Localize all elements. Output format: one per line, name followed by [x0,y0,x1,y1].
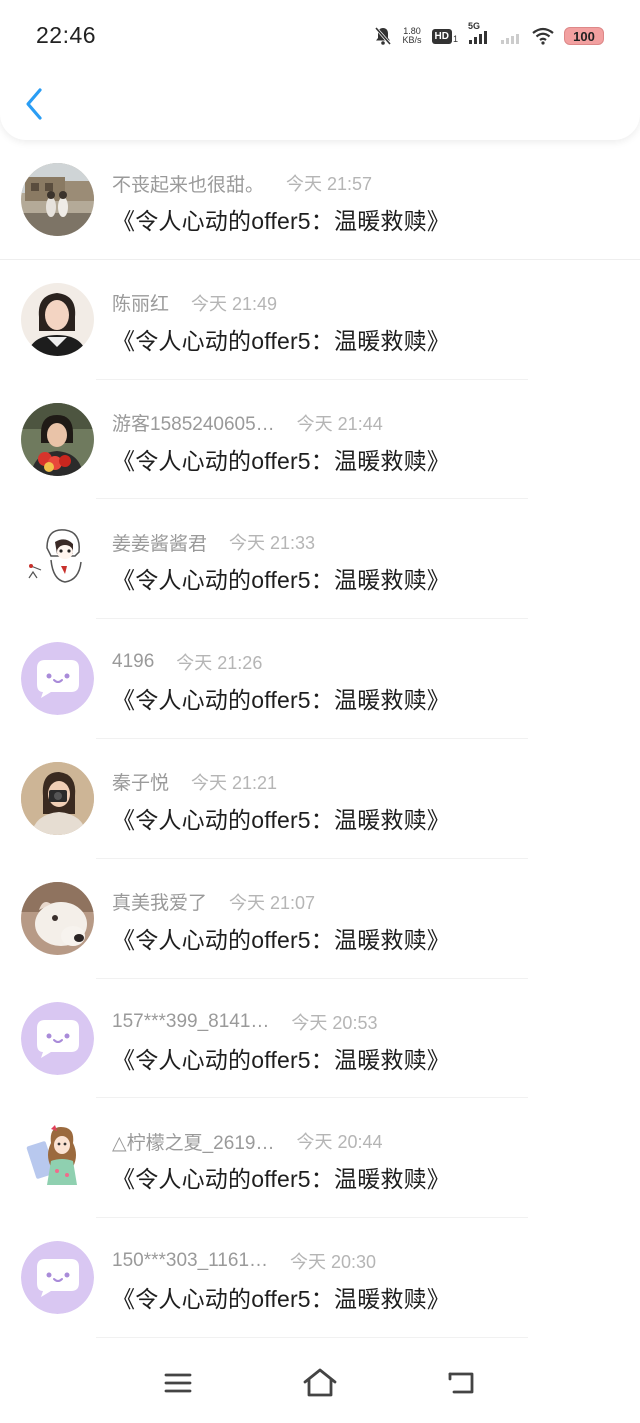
avatar[interactable] [21,163,94,236]
list-item[interactable]: 真美我爱了 今天 21:07 《令人心动的offer5：温暖救赎》 [0,859,640,979]
timestamp: 今天 20:30 [290,1252,377,1273]
speed-unit: KB/s [402,35,422,45]
wifi-icon [532,27,554,45]
status-icons: 1.80 KB/s HD 1 5G 100 [373,21,604,48]
avatar[interactable] [21,642,94,716]
home-icon [303,1368,337,1397]
menu-button[interactable] [158,1365,198,1401]
user-name: △柠檬之夏_2619… [112,1132,275,1154]
item-meta: 陈丽红 今天 21:49 [112,291,278,316]
hd-icon: HD 1 [431,28,458,44]
return-button[interactable] [442,1365,482,1401]
user-name: 4196 [112,651,155,673]
item-title: 《令人心动的offer5：温暖救赎》 [112,926,450,953]
timestamp: 今天 20:53 [291,1012,378,1033]
timestamp: 今天 21:07 [229,892,316,913]
avatar[interactable] [21,1241,94,1315]
system-nav-bar [0,1345,640,1423]
top-header: 22:46 1.80 KB/s HD 1 5G 100 [0,0,640,140]
timestamp: 今天 21:33 [229,533,316,554]
user-name: 不丧起来也很甜。 [112,174,265,196]
timestamp: 今天 21:44 [296,413,383,434]
item-meta: 不丧起来也很甜。 今天 21:57 [112,171,373,196]
user-name: 157***399_8141… [112,1010,270,1032]
item-title: 《令人心动的offer5：温暖救赎》 [112,1046,450,1073]
timestamp: 今天 21:49 [191,293,278,314]
list-item[interactable]: △柠檬之夏_2619… 今天 20:44 《令人心动的offer5：温暖救赎》 [0,1098,640,1219]
user-name: 真美我爱了 [112,893,208,915]
menu-icon [164,1373,192,1393]
back-icon [448,1372,474,1394]
item-meta: 姜姜酱酱君 今天 21:33 [112,530,316,555]
divider [96,1336,528,1338]
user-name: 150***303_1161… [112,1250,269,1272]
timestamp: 今天 20:44 [296,1132,383,1153]
network-speed: 1.80 KB/s [403,27,422,45]
status-time: 22:46 [36,22,97,48]
avatar[interactable] [21,522,94,596]
timestamp: 今天 21:57 [286,174,373,194]
hd-sub: 1 [452,33,458,44]
avatar[interactable] [21,761,94,835]
list-item[interactable]: 4196 今天 21:26 《令人心动的offer5：温暖救赎》 [0,619,640,739]
item-title: 《令人心动的offer5：温暖救赎》 [112,327,450,354]
cellular-empty-icon [500,27,522,45]
timestamp: 今天 21:21 [191,772,278,793]
avatar[interactable] [21,881,94,955]
user-name: 姜姜酱酱君 [112,533,208,555]
item-title: 《令人心动的offer5：温暖救赎》 [112,1286,450,1313]
item-title: 《令人心动的offer5：温暖救赎》 [112,567,450,594]
user-name: 陈丽红 [112,294,170,316]
list-item[interactable]: 秦子悦 今天 21:21 《令人心动的offer5：温暖救赎》 [0,739,640,859]
avatar[interactable] [21,402,94,476]
user-name: 秦子悦 [112,773,170,795]
item-meta: △柠檬之夏_2619… 今天 20:44 [112,1129,383,1154]
mute-bell-icon [373,26,393,46]
home-button[interactable] [300,1365,340,1401]
avatar[interactable] [21,282,94,356]
item-title: 《令人心动的offer5：温暖救赎》 [112,1166,450,1193]
item-title: 《令人心动的offer5：温暖救赎》 [112,447,450,474]
list-item[interactable]: 150***303_1161… 今天 20:30 《令人心动的offer5：温暖… [0,1218,640,1338]
timestamp: 今天 21:26 [176,653,263,674]
back-button[interactable] [20,86,50,122]
list-item[interactable]: 游客1585240605… 今天 21:44 《令人心动的offer5：温暖救赎… [0,380,640,500]
item-meta: 秦子悦 今天 21:21 [112,770,278,795]
item-title: 《令人心动的offer5：温暖救赎》 [112,806,450,833]
item-meta: 157***399_8141… 今天 20:53 [112,1010,377,1034]
list-item[interactable]: 不丧起来也很甜。 今天 21:57 《令人心动的offer5：温暖救赎》 [0,140,640,260]
item-meta: 真美我爱了 今天 21:07 [112,890,316,915]
cellular-5g-icon: 5G [468,21,490,45]
avatar[interactable] [21,1121,94,1195]
list-item[interactable]: 陈丽红 今天 21:49 《令人心动的offer5：温暖救赎》 [0,260,640,380]
item-meta: 4196 今天 21:26 [112,650,262,674]
battery-indicator: 100 [564,27,604,45]
user-name: 游客1585240605… [112,414,275,436]
hd-label: HD [431,28,452,44]
status-bar: 22:46 1.80 KB/s HD 1 5G 100 [0,0,640,70]
item-meta: 150***303_1161… 今天 20:30 [112,1249,376,1273]
item-title: 《令人心动的offer5：温暖救赎》 [112,687,450,714]
list-item[interactable]: 姜姜酱酱君 今天 21:33 《令人心动的offer5：温暖救赎》 [0,499,640,620]
item-meta: 游客1585240605… 今天 21:44 [112,411,383,436]
network-type: 5G [468,21,481,31]
avatar[interactable] [21,1001,94,1075]
list-item[interactable]: 157***399_8141… 今天 20:53 《令人心动的offer5：温暖… [0,979,640,1099]
viewer-list: 不丧起来也很甜。 今天 21:57 《令人心动的offer5：温暖救赎》 陈丽红… [0,140,640,1338]
item-title: 《令人心动的offer5：温暖救赎》 [112,208,450,234]
